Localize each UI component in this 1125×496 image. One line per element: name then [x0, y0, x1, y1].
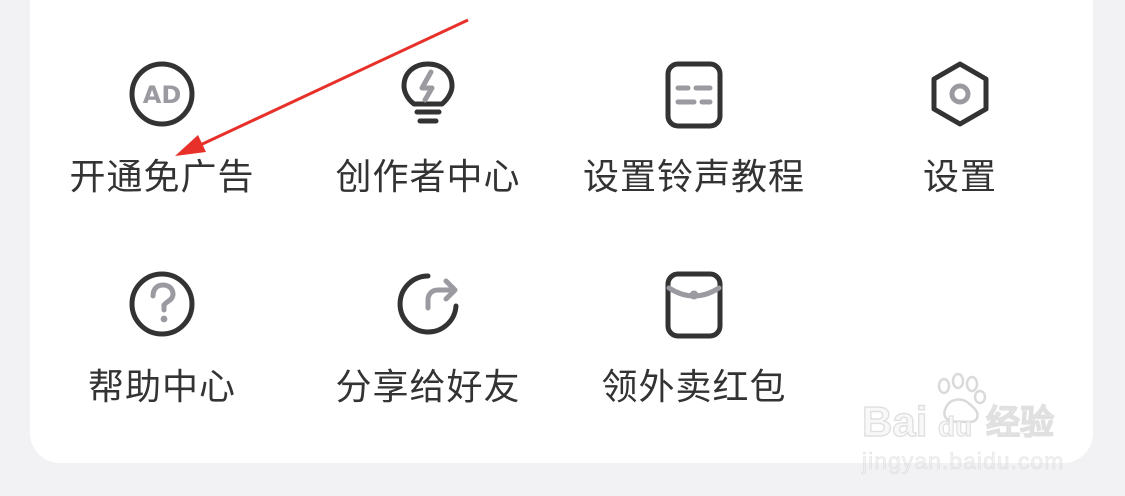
hexagon-settings-icon	[924, 58, 996, 130]
menu-item-label: 创作者中心	[335, 157, 521, 198]
menu-item-label: 帮助中心	[87, 367, 236, 408]
menu-item-label: 设置铃声教程	[582, 157, 805, 198]
menu-item-delivery-red-packet[interactable]: 领外卖红包	[574, 268, 814, 418]
menu-item-settings[interactable]: 设置	[840, 58, 1080, 208]
help-icon	[126, 268, 198, 340]
menu-item-creator-center[interactable]: 创作者中心	[308, 58, 548, 208]
menu-item-share[interactable]: 分享给好友	[308, 268, 548, 418]
menu-item-label: 分享给好友	[335, 367, 521, 408]
ringtone-settings-icon	[658, 58, 730, 130]
lightbulb-icon	[392, 58, 464, 130]
menu-item-label: 领外卖红包	[601, 367, 787, 408]
share-icon	[392, 268, 464, 340]
menu-item-label: 开通免广告	[69, 157, 255, 198]
ad-icon: AD	[126, 58, 198, 130]
menu-item-remove-ads[interactable]: AD 开通免广告	[42, 58, 282, 208]
red-packet-icon	[658, 268, 730, 340]
menu-item-help-center[interactable]: 帮助中心	[42, 268, 282, 418]
menu-item-label: 设置	[922, 157, 997, 198]
svg-text:AD: AD	[143, 81, 182, 109]
menu-item-ringtone-tutorial[interactable]: 设置铃声教程	[574, 58, 814, 208]
